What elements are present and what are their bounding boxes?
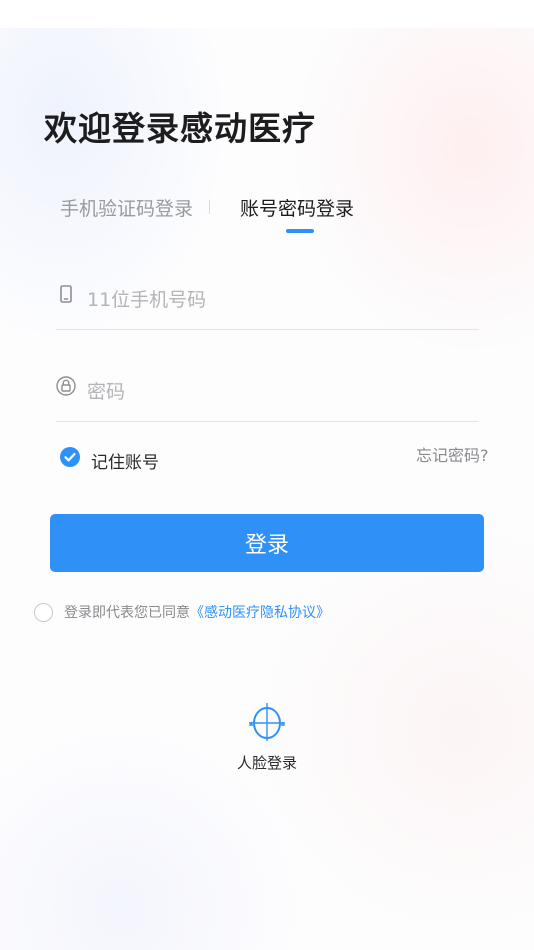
password-input[interactable] (87, 372, 467, 412)
phone-icon (60, 285, 72, 303)
privacy-agreement-link[interactable]: 《感动医疗隐私协议》 (190, 602, 330, 622)
forgot-password-link[interactable]: 忘记密码? (416, 442, 489, 466)
agreement-checkbox[interactable] (34, 603, 53, 622)
remember-checkbox[interactable] (60, 447, 80, 467)
tab-sms-login[interactable]: 手机验证码登录 (60, 194, 193, 221)
page-title: 欢迎登录感动医疗 (44, 109, 316, 148)
tab-password-login[interactable]: 账号密码登录 (240, 194, 354, 221)
active-tab-indicator (286, 229, 314, 233)
agreement-text: 登录即代表您已同意 (64, 605, 190, 621)
remember-label: 记住账号 (91, 453, 159, 473)
login-button[interactable]: 登录 (50, 514, 484, 572)
face-scan-icon (248, 703, 286, 741)
phone-input[interactable] (87, 280, 467, 320)
lock-icon (56, 376, 76, 396)
password-field (56, 364, 479, 422)
face-login-button[interactable]: 人脸登录 (233, 702, 301, 774)
tab-divider (209, 200, 210, 214)
phone-field (56, 272, 479, 330)
background (0, 28, 534, 950)
check-icon (64, 452, 76, 462)
face-login-label: 人脸登录 (236, 754, 297, 772)
